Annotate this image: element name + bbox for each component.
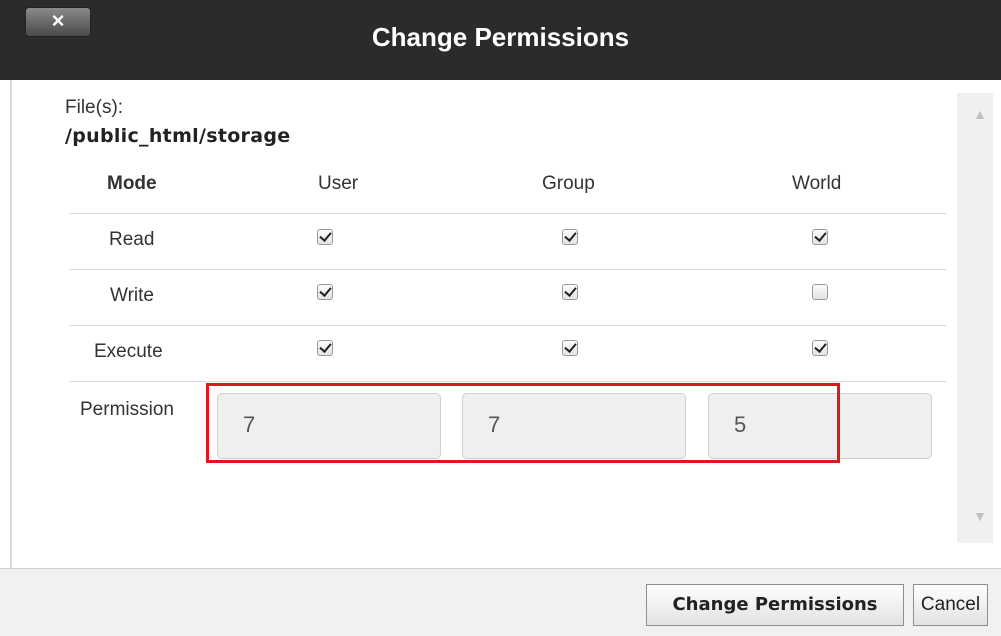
checkbox-execute-group[interactable] (562, 340, 578, 356)
checkbox-write-group[interactable] (562, 284, 578, 300)
checkbox-read-world[interactable] (812, 229, 828, 245)
header-mode: Mode (107, 173, 157, 194)
checkbox-write-user[interactable] (317, 284, 333, 300)
dialog-content: File(s): /public_html/storage ▲ ▼ Mode U… (10, 80, 1001, 568)
dialog-titlebar: × Change Permissions (0, 0, 1001, 80)
checkbox-execute-world[interactable] (812, 340, 828, 356)
permission-label: Permission (80, 399, 174, 420)
cancel-button[interactable]: Cancel (913, 584, 988, 626)
files-label: File(s): (65, 97, 124, 118)
table-divider (69, 213, 946, 214)
scroll-down-arrow-icon[interactable]: ▼ (973, 508, 987, 524)
table-divider (69, 325, 946, 326)
row-label-execute: Execute (94, 341, 163, 362)
change-permissions-dialog: × Change Permissions File(s): /public_ht… (0, 0, 1001, 636)
checkbox-execute-user[interactable] (317, 340, 333, 356)
checkbox-read-group[interactable] (562, 229, 578, 245)
vertical-scrollbar[interactable] (957, 93, 993, 543)
dialog-footer: Change Permissions Cancel (0, 568, 1001, 636)
table-divider (69, 381, 946, 382)
files-path: /public_html/storage (65, 125, 291, 147)
row-label-write: Write (110, 285, 154, 306)
checkbox-write-world[interactable] (812, 284, 828, 300)
header-world: World (792, 173, 842, 194)
checkbox-read-user[interactable] (317, 229, 333, 245)
dialog-title: Change Permissions (371, 22, 630, 52)
header-user: User (318, 173, 359, 194)
table-divider (69, 269, 946, 270)
header-group: Group (542, 173, 595, 194)
scroll-up-arrow-icon[interactable]: ▲ (973, 106, 987, 122)
row-label-read: Read (109, 229, 155, 250)
change-permissions-button[interactable]: Change Permissions (646, 584, 904, 626)
highlight-annotation (206, 383, 840, 463)
